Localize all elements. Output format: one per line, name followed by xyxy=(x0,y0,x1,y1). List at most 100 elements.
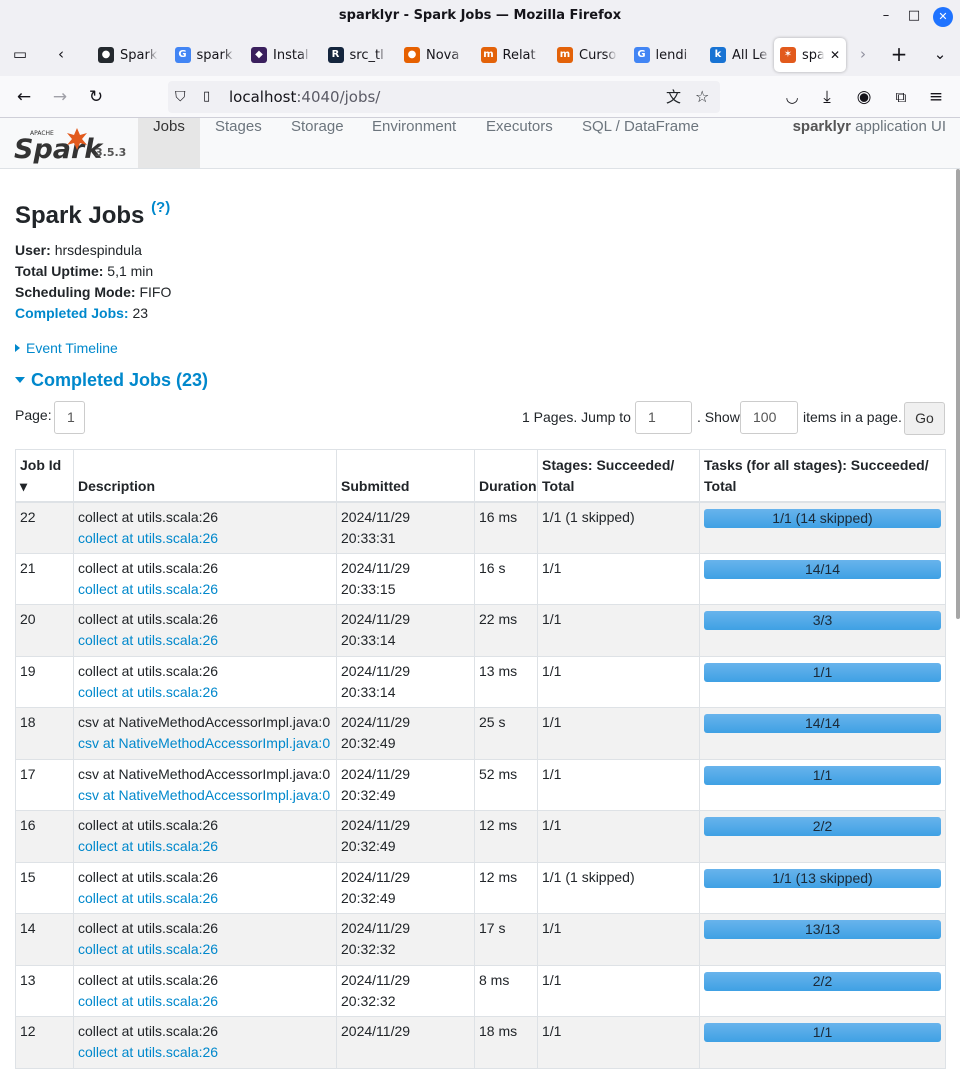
table-row: 12 collect at utils.scala:26 collect at ut… xyxy=(15,1016,946,1069)
description-text: csv at NativeMethodAccessorImpl.java:0 xyxy=(78,714,331,730)
col-submitted[interactable]: Submitted xyxy=(336,449,475,503)
nav-stages[interactable]: Stages xyxy=(201,118,276,168)
description-text: collect at utils.scala:26 xyxy=(78,611,219,627)
nav-executors[interactable]: Executors xyxy=(472,118,567,168)
tabs-scroll-left-icon[interactable]: ‹ xyxy=(49,42,73,66)
list-all-tabs-icon[interactable]: ⌄ xyxy=(928,42,952,66)
submitted-time: 20:32:32 xyxy=(341,941,396,957)
description-link[interactable]: collect at utils.scala:26 xyxy=(78,890,218,906)
app-name-bold: sparklyr xyxy=(792,118,851,135)
description-link[interactable]: collect at utils.scala:26 xyxy=(78,1044,218,1060)
nav-storage[interactable]: Storage xyxy=(277,118,358,168)
pocket-icon[interactable]: ◡ xyxy=(780,85,804,109)
browser-tab[interactable]: Rsrc_tl xyxy=(322,38,396,72)
minimize-button[interactable]: – xyxy=(876,6,896,26)
browser-tab[interactable]: ● Nova xyxy=(398,38,472,72)
col-tasks[interactable]: Tasks (for all stages): Succeeded/ Total xyxy=(699,449,946,503)
col-stages[interactable]: Stages: Succeeded/ Total xyxy=(537,449,700,503)
medium-icon: m xyxy=(557,47,573,63)
stages-cell: 1/1 xyxy=(537,913,700,966)
description-link[interactable]: collect at utils.scala:26 xyxy=(78,993,218,1009)
browser-tab[interactable]: ◆ Instal xyxy=(245,38,319,72)
col-description[interactable]: Description xyxy=(73,449,337,503)
tab-label: All Le xyxy=(732,47,768,63)
description-link[interactable]: collect at utils.scala:26 xyxy=(78,684,218,700)
account-icon[interactable]: ◉ xyxy=(852,85,876,109)
description-link[interactable]: collect at utils.scala:26 xyxy=(78,838,218,854)
description-cell: collect at utils.scala:26 collect at util… xyxy=(73,964,337,1017)
submitted-time: 20:33:14 xyxy=(341,683,396,700)
table-row: 21 collect at utils.scala:26 collect at ut… xyxy=(15,552,946,605)
description-link[interactable]: collect at utils.scala:26 xyxy=(78,530,218,546)
job-id-cell: 14 xyxy=(15,913,74,966)
scheduling-label: Scheduling Mode: xyxy=(15,284,136,300)
description-link[interactable]: csv at NativeMethodAccessorImpl.java:0 xyxy=(78,735,330,751)
submitted-cell: 2024/11/29 20:32:32 xyxy=(336,913,475,966)
close-window-button[interactable]: ✕ xyxy=(933,7,953,27)
close-tab-icon[interactable]: ✕ xyxy=(830,48,840,62)
browser-tab[interactable]: m Relat xyxy=(475,38,549,72)
translate-icon[interactable]: 文 xyxy=(666,81,681,113)
page-info-icon[interactable]: ▯ xyxy=(203,81,210,113)
col-job-id[interactable]: Job Id ▾ xyxy=(15,449,74,503)
page-scrollbar[interactable] xyxy=(956,169,960,619)
description-link[interactable]: csv at NativeMethodAccessorImpl.java:0 xyxy=(78,787,330,803)
tasks-cell: 1/1 (14 skipped) xyxy=(699,501,946,554)
browser-tab[interactable]: k All Le xyxy=(704,38,778,72)
browser-tab[interactable]: Glendi xyxy=(628,38,702,72)
nav-environment[interactable]: Environment xyxy=(358,118,470,168)
browser-tab[interactable]: Gspark xyxy=(169,38,243,72)
url-host: localhost xyxy=(229,88,297,106)
description-link[interactable]: collect at utils.scala:26 xyxy=(78,941,218,957)
nav-sql-dataframe[interactable]: SQL / DataFrame xyxy=(568,118,713,168)
description-cell: collect at utils.scala:26 collect at util… xyxy=(73,655,337,708)
tasks-cell: 3/3 xyxy=(699,604,946,657)
description-link[interactable]: collect at utils.scala:26 xyxy=(78,581,218,597)
spark-icon: ✶ xyxy=(780,47,796,63)
url-bar[interactable]: ⛉ ▯ localhost:4040/jobs/ 文 ☆ xyxy=(168,81,720,113)
stages-cell: 1/1 xyxy=(537,1016,700,1069)
page-size-input[interactable]: 100 xyxy=(740,401,798,434)
completed-jobs-link[interactable]: Completed Jobs: xyxy=(15,305,129,321)
maximize-button[interactable]: □ xyxy=(904,6,924,26)
help-link[interactable]: (?) xyxy=(151,199,170,216)
description-cell: collect at utils.scala:26 collect at util… xyxy=(73,501,337,554)
forward-icon[interactable]: → xyxy=(48,85,72,109)
nav-jobs[interactable]: Jobs xyxy=(138,118,200,168)
browser-tab[interactable]: ● Spark xyxy=(92,38,166,72)
submitted-cell: 2024/11/29 20:33:31 xyxy=(336,501,475,554)
tab-overview-icon[interactable]: ▭ xyxy=(8,42,32,66)
duration-cell: 8 ms xyxy=(474,964,538,1017)
submitted-time: 20:33:14 xyxy=(341,632,396,648)
completed-jobs-toggle[interactable]: Completed Jobs (23) xyxy=(15,370,208,391)
shield-icon[interactable]: ⛉ xyxy=(175,81,186,113)
back-icon[interactable]: ← xyxy=(12,85,36,109)
google-icon: G xyxy=(174,47,191,63)
menu-icon[interactable]: ≡ xyxy=(924,85,948,109)
completed-jobs-table: Job Id ▾ Description Submitted Duration … xyxy=(15,449,946,1069)
extensions-icon[interactable]: ⧉ xyxy=(889,85,913,109)
bookmark-star-icon[interactable]: ☆ xyxy=(695,81,709,113)
page-title-text: Spark Jobs xyxy=(15,202,145,229)
reload-icon[interactable]: ↻ xyxy=(84,85,108,109)
col-duration[interactable]: Duration xyxy=(474,449,538,503)
table-row: 22 collect at utils.scala:26 collect at ut… xyxy=(15,501,946,554)
tasks-cell: 2/2 xyxy=(699,964,946,1017)
browser-tab[interactable]: m Curso xyxy=(551,38,625,72)
job-id-cell: 22 xyxy=(15,501,74,554)
page-number-link[interactable]: 1 xyxy=(54,401,85,434)
browser-tab[interactable]: ✶ spa ✕ xyxy=(774,38,846,72)
tabs-scroll-right-icon[interactable]: › xyxy=(851,42,875,66)
submitted-date: 2024/11/29 xyxy=(341,508,411,525)
tab-label: lendi xyxy=(655,47,688,63)
go-button[interactable]: Go xyxy=(904,402,945,435)
job-id-cell: 17 xyxy=(15,758,74,811)
table-row: 14 collect at utils.scala:26 collect at ut… xyxy=(15,913,946,966)
description-link[interactable]: collect at utils.scala:26 xyxy=(78,632,218,648)
new-tab-icon[interactable]: + xyxy=(887,42,911,66)
url-text[interactable]: localhost:4040/jobs/ xyxy=(229,81,380,113)
downloads-icon[interactable]: ⤓ xyxy=(815,85,839,109)
event-timeline-toggle[interactable]: Event Timeline xyxy=(15,340,118,356)
jump-to-page-input[interactable]: 1 xyxy=(635,401,692,434)
submitted-cell: 2024/11/29 xyxy=(336,1016,475,1069)
